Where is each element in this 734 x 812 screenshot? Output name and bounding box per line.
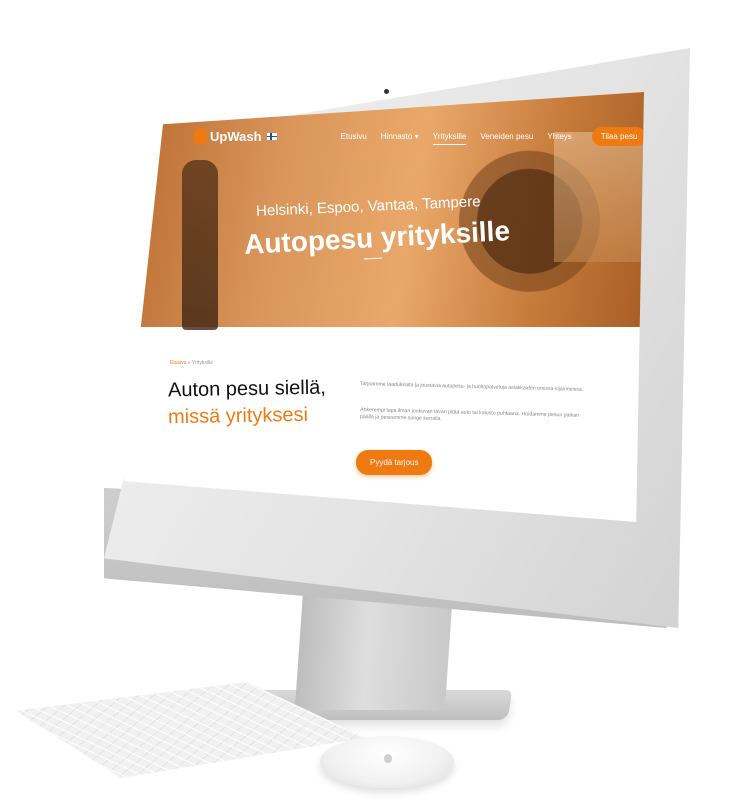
- section-paragraph-1: Tarjoamme laadukkaita ja joustavia autop…: [359, 380, 584, 393]
- request-quote-button[interactable]: Pyydä tarjous: [356, 450, 433, 475]
- hero-title: Autopesu yrityksille: [243, 215, 511, 260]
- section-heading-line2: missä yrityksesi: [167, 403, 309, 429]
- finland-flag-icon[interactable]: [266, 132, 277, 140]
- hero-truck-shape: [554, 132, 644, 262]
- order-wash-button[interactable]: Tilaa pesu: [591, 126, 644, 146]
- nav-item-etusivu[interactable]: Etusivu: [341, 132, 367, 141]
- logo-mark-icon: [194, 128, 207, 144]
- breadcrumb-separator: »: [187, 360, 191, 366]
- top-nav: UpWash Etusivu Hinnasto ▾ Yrityksille Ve…: [194, 124, 644, 148]
- hero-person-silhouette: [182, 160, 218, 330]
- logo-text: UpWash: [210, 128, 262, 144]
- hero-section: UpWash Etusivu Hinnasto ▾ Yrityksille Ve…: [124, 92, 644, 330]
- camera-dot: [384, 89, 389, 94]
- imac-mockup: UpWash Etusivu Hinnasto ▾ Yrityksille Ve…: [0, 0, 734, 812]
- section-paragraph-2: Ahkerempi tapa ilman jonkuvan tavan pitä…: [359, 406, 580, 423]
- nav-item-yhteys[interactable]: Yhteys: [547, 132, 571, 141]
- section-heading-line1: Auton pesu siellä,: [167, 376, 327, 402]
- breadcrumb-current: Yrityksille: [191, 360, 214, 366]
- screen: UpWash Etusivu Hinnasto ▾ Yrityksille Ve…: [124, 92, 644, 522]
- chevron-down-icon: ▾: [414, 131, 419, 141]
- hero-divider: [363, 257, 383, 260]
- hero-subtitle: Helsinki, Espoo, Vantaa, Tampere: [255, 193, 481, 220]
- nav-item-yrityksille[interactable]: Yrityksille: [432, 132, 466, 145]
- logo[interactable]: UpWash: [194, 128, 277, 144]
- nav-item-hinnasto-label: Hinnasto: [380, 131, 413, 141]
- nav-item-veneiden-pesu[interactable]: Veneiden pesu: [480, 132, 533, 141]
- nav-item-hinnasto[interactable]: Hinnasto ▾: [381, 132, 419, 141]
- breadcrumb-home[interactable]: Etusivu: [170, 360, 186, 366]
- breadcrumb: Etusivu » Yrityksille: [170, 360, 213, 366]
- apple-logo-icon: [384, 754, 392, 763]
